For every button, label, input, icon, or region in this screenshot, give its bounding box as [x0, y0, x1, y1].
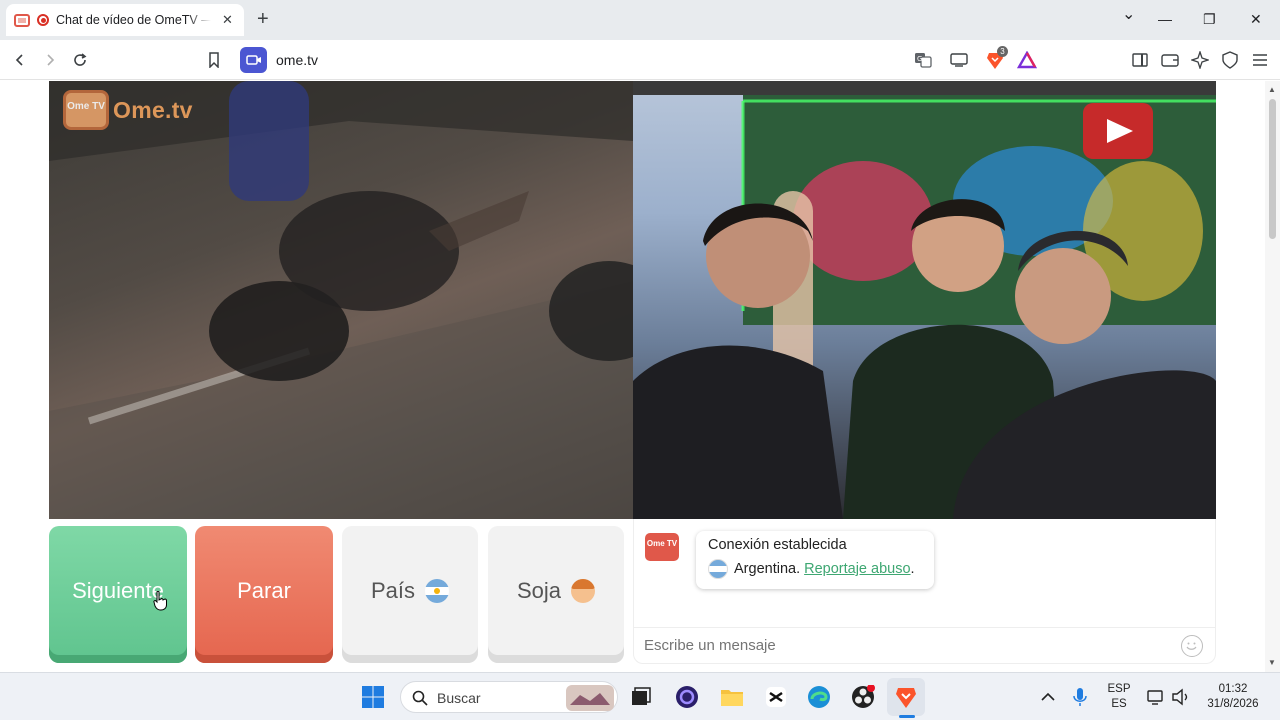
search-icon — [412, 690, 428, 706]
country-filter-button[interactable]: País — [342, 526, 478, 663]
reload-icon — [74, 53, 87, 66]
recording-indicator-icon — [37, 14, 49, 26]
tab-close-icon[interactable]: ✕ — [222, 12, 233, 28]
keyboard-layout-code: ES — [1111, 698, 1127, 710]
capcut-icon[interactable] — [764, 685, 788, 709]
logo-text: Ome.tv — [113, 96, 193, 123]
gender-filter-button[interactable]: Soja — [488, 526, 624, 663]
logo-tv-icon: Ome TV — [63, 90, 109, 130]
wallet-icon — [1161, 54, 1179, 67]
argentina-flag-small-icon — [708, 559, 728, 579]
scroll-down-icon[interactable]: ▼ — [1268, 658, 1276, 667]
back-button[interactable] — [10, 50, 30, 70]
connection-status-text: Conexión establecida — [708, 537, 847, 553]
svg-text:G: G — [917, 55, 922, 63]
message-compose-area — [634, 627, 1215, 663]
clock-time: 01:32 — [1218, 683, 1248, 695]
page-content: Ome TV Ome.tv Siguiente Parar País Soja … — [0, 81, 1265, 672]
minimize-button[interactable]: — — [1158, 10, 1172, 28]
clock-date: 31/8/2026 — [1207, 698, 1259, 710]
emoji-picker-icon[interactable] — [1181, 635, 1203, 657]
maximize-button[interactable]: ❐ — [1203, 10, 1216, 28]
gender-button-label: Soja — [516, 577, 562, 603]
taskbar-search-box[interactable]: Buscar — [400, 681, 618, 713]
file-explorer-icon[interactable] — [720, 685, 744, 709]
browser-toolbar: ome.tv G 3 — [0, 40, 1280, 80]
browser-tab-active[interactable]: Chat de vídeo de OmeTV — A ✕ — [6, 4, 244, 36]
tab-title: Chat de vídeo de OmeTV — A — [56, 13, 211, 27]
back-arrow-icon — [15, 54, 23, 66]
hamburger-menu-icon — [1253, 54, 1267, 66]
message-input[interactable] — [644, 637, 1164, 654]
translate-icon: G — [915, 53, 932, 68]
shield-icon — [1222, 51, 1238, 69]
chat-panel: Ome TV Conexión establecida Argentina. R… — [633, 519, 1216, 664]
ometv-favicon-icon — [14, 13, 30, 27]
microphone-icon[interactable] — [1070, 685, 1090, 709]
wallet-button[interactable] — [1160, 50, 1180, 70]
scroll-thumb[interactable] — [1269, 99, 1276, 239]
tray-overflow-chevron-icon[interactable] — [1038, 685, 1058, 709]
task-view-icon[interactable] — [629, 685, 653, 709]
tab-strip: Chat de vídeo de OmeTV — A ✕ + ⌄ — ❐ ✕ — [0, 0, 1280, 40]
ometv-logo: Ome TV Ome.tv — [63, 90, 193, 130]
cast-button[interactable] — [949, 50, 969, 70]
edge-browser-icon[interactable] — [807, 685, 831, 709]
clock[interactable]: 01:32 31/8/2026 — [1198, 682, 1268, 712]
brave-shields-button[interactable]: 3 — [985, 46, 1008, 70]
brave-taskbar-icon[interactable] — [894, 685, 918, 709]
translate-button[interactable]: G — [913, 50, 933, 70]
bookmark-icon — [209, 52, 219, 68]
brave-rewards-button[interactable] — [1017, 50, 1037, 70]
reload-button[interactable] — [70, 50, 90, 70]
bookmark-button[interactable] — [204, 50, 224, 70]
sidebar-icon — [1132, 53, 1148, 67]
tab-list-chevron-icon[interactable]: ⌄ — [1122, 6, 1135, 24]
close-window-button[interactable]: ✕ — [1250, 10, 1262, 28]
report-suffix: . — [910, 561, 915, 577]
cast-icon — [950, 53, 968, 67]
partner-country-text: Argentina. — [734, 561, 801, 577]
system-message-bubble: Conexión establecida Argentina. Reportaj… — [696, 531, 934, 589]
country-button-label: País — [370, 577, 416, 603]
leo-ai-button[interactable] — [1190, 50, 1210, 70]
report-abuse-link[interactable]: Reportaje abuso — [804, 561, 910, 577]
menu-button[interactable] — [1250, 50, 1270, 70]
windows-taskbar: Buscar ESP ES 01:32 31/8/2026 — [0, 672, 1280, 720]
forward-button[interactable] — [40, 50, 60, 70]
rewards-triangle-icon — [1017, 51, 1037, 69]
volume-icon[interactable] — [1170, 685, 1190, 709]
sparkle-icon — [1191, 51, 1209, 69]
shields-count-badge: 3 — [997, 46, 1008, 57]
mouse-hand-cursor-icon — [153, 591, 167, 611]
input-language-indicator[interactable]: ESP ES — [1104, 682, 1134, 712]
search-highlight-image-icon — [566, 685, 614, 711]
chat-ometv-logo-icon: Ome TV — [645, 533, 679, 561]
vpn-button[interactable] — [1220, 50, 1240, 70]
next-button-label: Siguiente — [72, 577, 164, 603]
stop-button-label: Parar — [237, 577, 291, 603]
page-scrollbar[interactable]: ▲ ▼ — [1265, 81, 1280, 672]
argentina-flag-icon — [425, 578, 450, 603]
user-face-icon — [571, 578, 596, 603]
address-bar-url[interactable]: ome.tv — [276, 52, 318, 68]
sidebar-toggle-button[interactable] — [1130, 50, 1150, 70]
new-tab-button[interactable]: + — [257, 9, 269, 29]
scroll-up-icon[interactable]: ▲ — [1268, 85, 1276, 94]
search-placeholder: Buscar — [437, 690, 481, 706]
app-circle-icon[interactable] — [675, 685, 699, 709]
site-info-button[interactable] — [240, 47, 267, 73]
active-app-indicator — [899, 715, 915, 718]
stop-button[interactable]: Parar — [195, 526, 333, 663]
obs-app-icon[interactable] — [851, 685, 875, 709]
local-video-frame — [49, 81, 633, 519]
local-video: Ome TV Ome.tv — [49, 81, 633, 519]
language-code: ESP — [1107, 683, 1131, 695]
windows-start-icon[interactable] — [361, 685, 385, 709]
remote-video-frame — [633, 81, 1216, 519]
forward-arrow-icon — [47, 54, 55, 66]
remote-video — [633, 81, 1216, 519]
video-camera-icon — [245, 55, 261, 65]
network-icon[interactable] — [1146, 685, 1166, 709]
